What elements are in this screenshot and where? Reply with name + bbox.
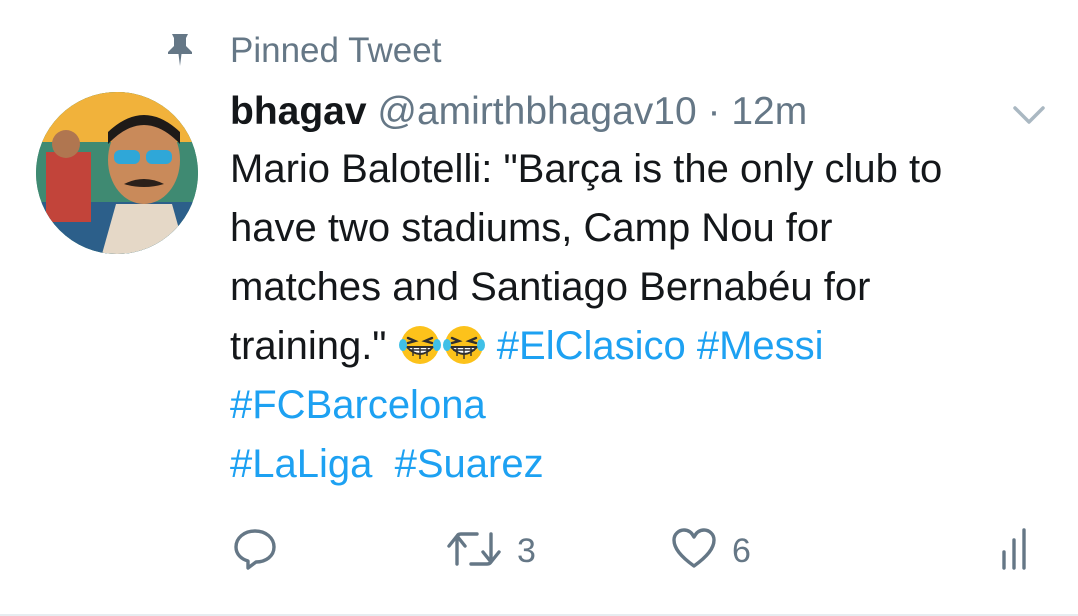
analytics-button[interactable]	[998, 526, 1034, 577]
timestamp[interactable]: 12m	[731, 90, 807, 133]
tweet-line: #FCBarcelona	[230, 376, 1050, 435]
chevron-down-icon[interactable]	[1012, 104, 1046, 128]
hashtag-link[interactable]: #ElClasico	[497, 324, 686, 368]
hashtag-link[interactable]: #FCBarcelona	[230, 383, 486, 427]
avatar[interactable]	[36, 92, 198, 254]
pinned-tweet[interactable]: Pinned Tweet bhagav @amirthbhagav10 · 12…	[0, 0, 1078, 616]
tweet-line: #LaLiga #Suarez	[230, 435, 1050, 494]
pinned-label: Pinned Tweet	[230, 31, 442, 70]
tweet-header: bhagav @amirthbhagav10 · 12m	[230, 88, 807, 136]
tweet-line: training." #ElClasico #Messi	[230, 317, 1050, 376]
tweet-line: Mario Balotelli: "Barça is the only club…	[230, 147, 943, 191]
tweet-text: Mario Balotelli: "Barça is the only club…	[230, 140, 1050, 494]
heart-icon	[670, 526, 718, 577]
reply-button[interactable]	[232, 528, 278, 574]
grinning-squinting-tears-emoji	[398, 323, 442, 367]
separator-dot: ·	[707, 90, 721, 133]
grinning-squinting-tears-emoji	[442, 323, 486, 367]
tweet-line: have two stadiums, Camp Nou for	[230, 206, 833, 250]
tweet-line-text: training."	[230, 324, 387, 368]
like-button[interactable]: 6	[670, 526, 751, 577]
display-name[interactable]: bhagav	[230, 90, 367, 133]
hashtag-link[interactable]: #LaLiga	[230, 442, 372, 486]
like-count: 6	[732, 531, 751, 570]
analytics-icon	[998, 526, 1034, 577]
hashtag-link[interactable]: #Suarez	[395, 442, 544, 486]
retweet-count: 3	[517, 531, 536, 570]
reply-icon	[232, 526, 278, 577]
tweet-line: matches and Santiago Bernabéu for	[230, 265, 871, 309]
hashtag-link[interactable]: #Messi	[697, 324, 824, 368]
retweet-icon	[445, 526, 503, 577]
user-handle[interactable]: @amirthbhagav10	[377, 90, 696, 133]
pin-icon	[164, 32, 196, 68]
retweet-button[interactable]: 3	[445, 528, 536, 574]
tweet-actions: 3 6	[0, 520, 1078, 580]
